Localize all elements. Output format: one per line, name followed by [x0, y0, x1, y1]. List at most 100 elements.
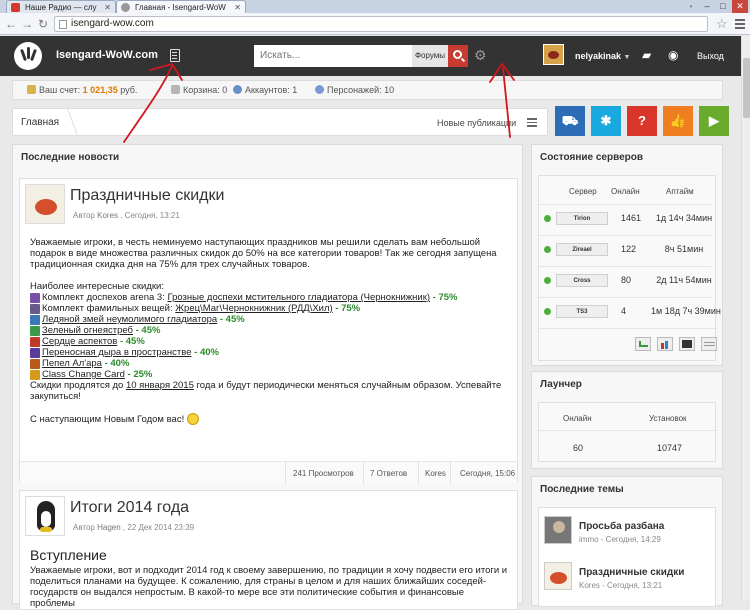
topic-avatar — [544, 562, 572, 590]
page-scrollbar[interactable] — [741, 36, 750, 600]
item-icon — [30, 359, 40, 369]
balance[interactable]: Ваш счет: 1 021,35 руб. — [27, 81, 137, 99]
topic-title[interactable]: Праздничные скидки — [579, 567, 684, 578]
characters-icon — [315, 85, 324, 94]
balance-currency: руб. — [120, 85, 138, 95]
play-icon: ▶ — [709, 113, 719, 128]
browser-tab-isengard[interactable]: Главная - Isengard-WoW ✕ — [116, 0, 246, 13]
news-meta: Автор Hagen , 22 Дек 2014 23:39 — [73, 523, 195, 532]
site-logo-icon[interactable] — [14, 42, 42, 70]
cart-icon — [171, 85, 180, 94]
window-close-icon[interactable]: ✕ — [732, 0, 748, 13]
url-input[interactable]: isengard-wow.com — [54, 16, 708, 32]
search-input[interactable] — [254, 45, 412, 67]
item-link[interactable]: Зеленый огнеястреб — [42, 325, 133, 336]
like-button[interactable]: 👍 — [663, 106, 693, 136]
back-icon[interactable]: ← — [4, 17, 18, 31]
news-panel: Последние новости Праздничные скидки Авт… — [12, 144, 523, 610]
penguin-icon — [37, 501, 55, 532]
cart-link[interactable]: Корзина: 0 — [171, 81, 227, 99]
messages-icon[interactable]: ▰ — [642, 48, 651, 62]
server-online: 1461 — [621, 213, 642, 223]
list-item[interactable]: Праздничные скидки Kores - Сегодня, 13:2… — [539, 556, 717, 608]
bookmark-star-icon[interactable]: ☆ — [716, 16, 728, 32]
server-uptime: 8ч 51мин — [664, 244, 704, 254]
tab-title: Главная - Isengard-WoW — [135, 3, 226, 12]
search-scope-select[interactable]: Форумы — [412, 45, 448, 67]
author-avatar[interactable] — [25, 496, 65, 536]
browser-menu-icon[interactable] — [735, 19, 745, 31]
forward-icon[interactable]: → — [20, 17, 34, 31]
item-link[interactable]: Переносная дыра в пространстве — [42, 347, 192, 358]
shop-button[interactable]: ⛟ — [555, 106, 585, 136]
list-icon[interactable] — [527, 118, 537, 129]
breadcrumb-home[interactable]: Главная — [21, 117, 59, 128]
list-item[interactable]: Просьба разбана immo - Сегодня, 14:29 — [539, 508, 717, 556]
maximize-icon[interactable]: □ — [716, 0, 730, 13]
item-discount: - 25% — [124, 369, 153, 380]
close-icon[interactable]: ✕ — [234, 1, 241, 13]
server-name[interactable]: Zireael — [556, 243, 608, 256]
news-body: Уважаемые игроки, вот и подходит 2014 го… — [30, 565, 508, 609]
topic-meta: Kores - Сегодня, 13:21 — [579, 581, 663, 590]
page-icon — [59, 20, 67, 29]
help-button[interactable]: ? — [627, 106, 657, 136]
logout-link[interactable]: Выход — [697, 51, 724, 61]
site-brand[interactable]: Isengard-WoW.com — [56, 49, 158, 61]
monitor-icon[interactable] — [679, 337, 695, 351]
item-link[interactable]: Грозные доспехи мстительного гладиатора … — [167, 292, 430, 303]
item-link[interactable]: Ледяной змей неумолимого гладиатора — [42, 314, 217, 325]
topic-date: Сегодня, 14:29 — [605, 535, 661, 544]
reload-icon[interactable]: ↻ — [36, 17, 50, 31]
launcher-button[interactable]: ▶ — [699, 106, 729, 136]
item-discount: - 75% — [332, 303, 361, 314]
user-icon[interactable]: ◦ — [684, 0, 698, 13]
last-author-link[interactable]: Kores — [425, 469, 446, 478]
scrollbar-thumb[interactable] — [743, 58, 750, 118]
user-menu[interactable]: nelyakinak ▼ — [575, 51, 630, 61]
table-row: Cross 80 2д 11ч 54мин — [539, 266, 712, 292]
topics-list: Просьба разбана immo - Сегодня, 14:29 Пр… — [538, 507, 716, 607]
news-stats: 241 Просмотров 7 Ответов Kores Сегодня, … — [20, 461, 517, 484]
author-link[interactable]: Hagen — [97, 523, 121, 532]
item-link[interactable]: Жрец\Маг\Чернокнижник (РДД\Хил) — [175, 303, 332, 314]
settings-button[interactable]: ✱ — [591, 106, 621, 136]
topic-title[interactable]: Просьба разбана — [579, 521, 664, 532]
item-icon — [30, 337, 40, 347]
table-row: Zireael 122 8ч 51мин — [539, 235, 711, 261]
launcher-online-value: 60 — [573, 443, 584, 453]
server-online: 4 — [621, 306, 627, 316]
wallet-icon — [27, 85, 36, 94]
outro-date-link[interactable]: 10 января 2015 — [126, 380, 194, 391]
browser-tab-radio[interactable]: Наше Радио — слу ✕ — [6, 0, 116, 13]
online-status-icon — [544, 308, 551, 315]
table-icon[interactable] — [701, 337, 717, 351]
user-avatar[interactable] — [543, 44, 564, 65]
replies-link[interactable]: 7 Ответов — [370, 469, 407, 478]
new-posts-link[interactable]: Новые публикации — [437, 118, 516, 128]
author-label: Автор — [73, 523, 95, 532]
item-link[interactable]: Сердце аспектов — [42, 336, 117, 347]
server-name[interactable]: Cross — [556, 274, 608, 287]
table-row: TS3 4 1м 18д 7ч 39мин — [539, 297, 721, 323]
author-link[interactable]: Kores — [97, 211, 118, 220]
characters-link[interactable]: Персонажей: 10 — [315, 81, 394, 99]
news-title[interactable]: Праздничные скидки — [70, 187, 224, 205]
news-title[interactable]: Итоги 2014 года — [70, 499, 189, 517]
bar-chart-icon[interactable] — [657, 337, 673, 351]
accounts-link[interactable]: Аккаунтов: 1 — [233, 81, 297, 99]
section-heading: Вступление — [30, 547, 107, 563]
item-link[interactable]: Class Change Card — [42, 369, 125, 380]
stats-chart-icon[interactable] — [635, 337, 651, 351]
item-link[interactable]: Пепел Ал'ара — [42, 358, 102, 369]
minimize-icon[interactable]: – — [700, 0, 714, 13]
server-name[interactable]: TS3 — [556, 305, 608, 318]
news-icon[interactable] — [170, 49, 180, 62]
launcher-title: Лаунчер — [540, 379, 582, 390]
globe-icon[interactable]: ◉ — [668, 48, 678, 62]
server-name[interactable]: Tirion — [556, 212, 608, 225]
author-avatar[interactable] — [25, 184, 65, 224]
search-settings-gear-icon[interactable]: ⚙ — [474, 47, 487, 64]
close-icon[interactable]: ✕ — [104, 1, 111, 13]
search-button[interactable] — [448, 45, 468, 67]
